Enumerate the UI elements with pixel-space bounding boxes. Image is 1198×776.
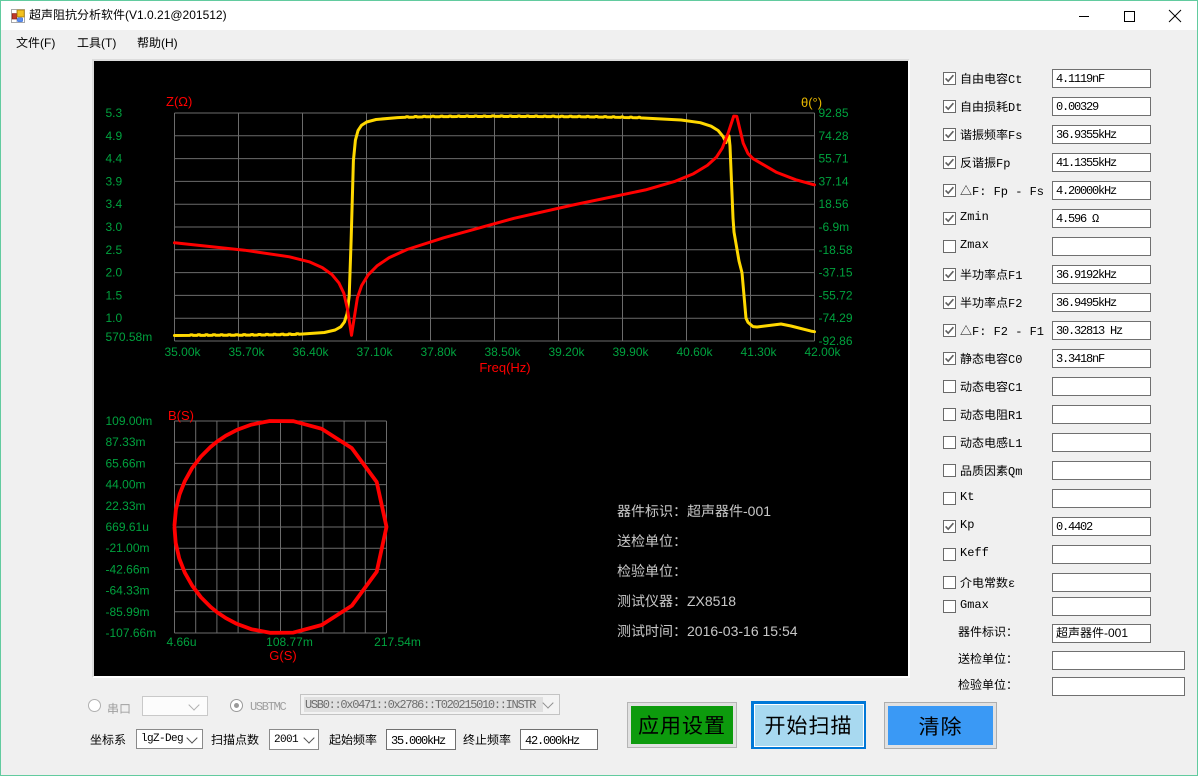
svg-text:2.5: 2.5 bbox=[106, 243, 123, 257]
svg-text:测试时间：2016-03-16 15:54: 测试时间：2016-03-16 15:54 bbox=[617, 623, 798, 639]
svg-text:22.33m: 22.33m bbox=[106, 499, 146, 513]
svg-text:39.90k: 39.90k bbox=[612, 345, 649, 359]
svg-text:-42.66m: -42.66m bbox=[106, 562, 150, 576]
svg-text:-55.72: -55.72 bbox=[819, 288, 853, 302]
svg-text:18.56: 18.56 bbox=[819, 197, 849, 211]
svg-text:4.4: 4.4 bbox=[106, 152, 123, 166]
svg-text:5.3: 5.3 bbox=[106, 106, 123, 120]
svg-text:2.0: 2.0 bbox=[106, 266, 123, 280]
svg-text:42.00k: 42.00k bbox=[804, 345, 841, 359]
svg-text:1.5: 1.5 bbox=[106, 288, 123, 302]
svg-text:Freq(Hz): Freq(Hz) bbox=[479, 360, 530, 375]
svg-text:-85.99m: -85.99m bbox=[106, 605, 150, 619]
svg-text:-37.15: -37.15 bbox=[819, 266, 853, 280]
svg-text:-18.58: -18.58 bbox=[819, 243, 853, 257]
svg-text:3.9: 3.9 bbox=[106, 174, 123, 188]
svg-text:37.14: 37.14 bbox=[819, 174, 849, 188]
svg-text:测试仪器：ZX8518: 测试仪器：ZX8518 bbox=[617, 593, 736, 609]
svg-text:-21.00m: -21.00m bbox=[106, 541, 150, 555]
svg-text:送检单位：: 送检单位： bbox=[617, 533, 687, 549]
svg-text:44.00m: 44.00m bbox=[106, 478, 146, 492]
svg-text:检验单位：: 检验单位： bbox=[617, 563, 687, 579]
svg-text:器件标识：超声器件-001: 器件标识：超声器件-001 bbox=[617, 503, 771, 519]
svg-text:-107.66m: -107.66m bbox=[106, 626, 157, 640]
svg-text:39.20k: 39.20k bbox=[548, 345, 585, 359]
svg-text:θ(°): θ(°) bbox=[801, 95, 822, 110]
svg-text:38.50k: 38.50k bbox=[484, 345, 521, 359]
svg-text:74.28: 74.28 bbox=[819, 129, 849, 143]
svg-text:36.40k: 36.40k bbox=[292, 345, 329, 359]
svg-text:37.80k: 37.80k bbox=[420, 345, 457, 359]
svg-text:41.30k: 41.30k bbox=[740, 345, 777, 359]
svg-text:B(S): B(S) bbox=[168, 408, 194, 423]
svg-text:669.61u: 669.61u bbox=[106, 520, 149, 534]
svg-text:217.54m: 217.54m bbox=[374, 635, 421, 649]
svg-text:3.0: 3.0 bbox=[106, 220, 123, 234]
svg-text:570.58m: 570.58m bbox=[106, 330, 153, 344]
svg-text:4.66u: 4.66u bbox=[166, 635, 196, 649]
svg-text:87.33m: 87.33m bbox=[106, 435, 146, 449]
svg-text:-64.33m: -64.33m bbox=[106, 584, 150, 598]
svg-text:3.4: 3.4 bbox=[106, 197, 123, 211]
svg-text:35.70k: 35.70k bbox=[228, 345, 265, 359]
svg-text:G(S): G(S) bbox=[269, 648, 296, 663]
svg-text:-6.9m: -6.9m bbox=[819, 220, 850, 234]
svg-text:40.60k: 40.60k bbox=[676, 345, 713, 359]
svg-text:1.0: 1.0 bbox=[106, 311, 123, 325]
svg-text:92.85: 92.85 bbox=[819, 106, 849, 120]
svg-text:108.77m: 108.77m bbox=[266, 635, 313, 649]
svg-text:109.00m: 109.00m bbox=[106, 414, 153, 428]
svg-text:Z(Ω): Z(Ω) bbox=[166, 94, 192, 109]
svg-text:55.71: 55.71 bbox=[819, 152, 849, 166]
svg-text:65.66m: 65.66m bbox=[106, 456, 146, 470]
svg-text:35.00k: 35.00k bbox=[164, 345, 201, 359]
svg-text:-74.29: -74.29 bbox=[819, 311, 853, 325]
svg-text:37.10k: 37.10k bbox=[356, 345, 393, 359]
svg-text:4.9: 4.9 bbox=[106, 129, 123, 143]
